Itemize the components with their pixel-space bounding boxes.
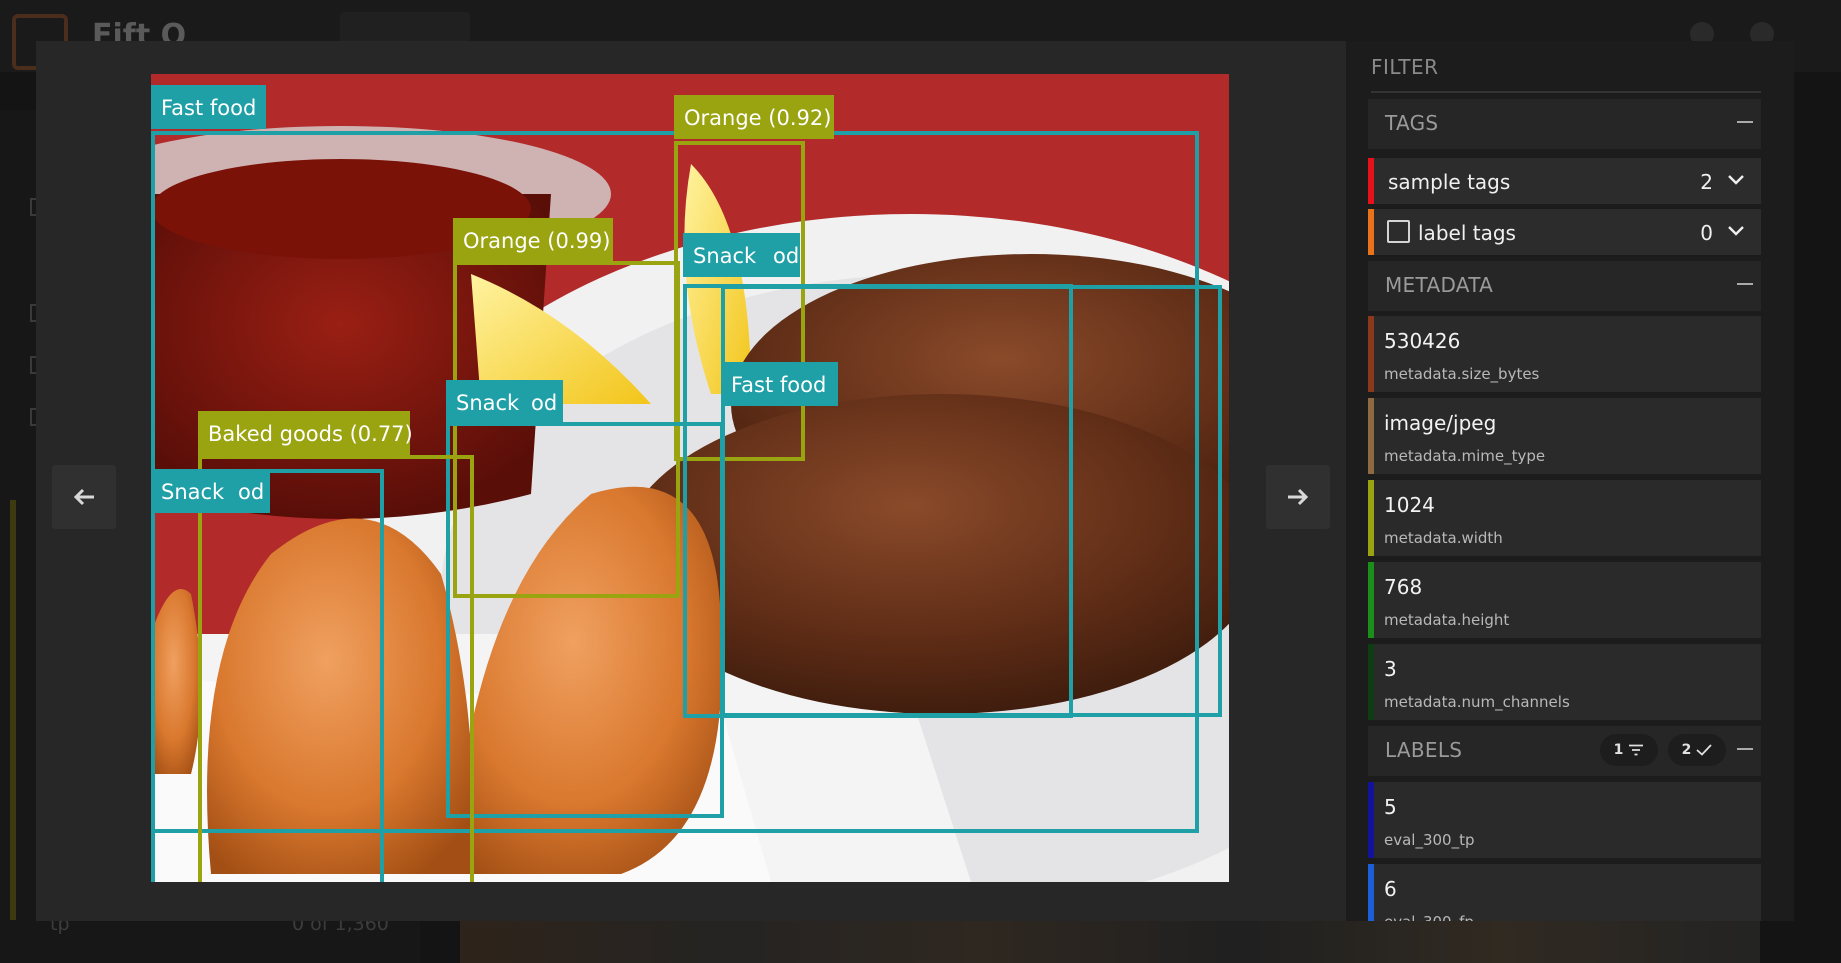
bounding-box (446, 422, 724, 818)
bounding-box (683, 284, 1073, 718)
bounding-box (151, 469, 384, 882)
metadata-card-size-bytes: 530426 metadata.size_bytes (1368, 316, 1761, 392)
tag-count: 2 (1700, 170, 1713, 194)
label-tags-checkbox[interactable] (1387, 220, 1410, 243)
label-value: 5 (1384, 795, 1397, 819)
checkmark-icon (1696, 744, 1713, 756)
detection-od: od (763, 233, 799, 277)
label-check-count: 2 (1681, 742, 1692, 758)
metadata-title: METADATA (1385, 273, 1494, 297)
filter-sidebar: FILTER TAGS sample tags 2 label tags 0 M… (1346, 41, 1794, 921)
metadata-key: metadata.mime_type (1384, 447, 1546, 465)
label-card-eval-fp: 6 eval_300_fp (1368, 864, 1761, 921)
metadata-value: 768 (1384, 575, 1423, 599)
detection-label: Snack (161, 480, 225, 504)
metadata-value: 3 (1384, 657, 1397, 681)
bounding-box (674, 141, 805, 461)
sample-modal: Fast food Orange (0.92) Orange (0.99) Snack… (36, 41, 1794, 921)
detection-label: od (238, 480, 264, 504)
metadata-value: 530426 (1384, 329, 1461, 353)
tag-color-stripe (1368, 158, 1374, 204)
image-viewer: Fast food Orange (0.92) Orange (0.99) Snack… (36, 41, 1346, 921)
metadata-card-num-channels: 3 metadata.num_channels (1368, 644, 1761, 720)
metadata-group-header[interactable]: METADATA (1368, 261, 1761, 311)
detections-overlay: Fast food Orange (0.92) Orange (0.99) Snack… (151, 85, 1222, 882)
detection-label: od (531, 391, 557, 415)
metadata-card-mime-type: image/jpeg metadata.mime_type (1368, 398, 1761, 474)
metadata-card-height: 768 metadata.height (1368, 562, 1761, 638)
thumbnail-strip (460, 918, 1760, 963)
detection-snack: Snack (151, 469, 384, 882)
next-sample-button[interactable] (1266, 465, 1330, 529)
tag-label: sample tags (1388, 170, 1511, 194)
detection-label: od (773, 244, 799, 268)
metadata-color-stripe (1368, 398, 1374, 474)
arrow-right-icon (1288, 488, 1309, 506)
detection-fast-food: Fast food (721, 285, 1222, 717)
metadata-key: metadata.size_bytes (1384, 365, 1540, 383)
tags-group-header[interactable]: TAGS (1368, 99, 1761, 149)
filter-divider (1371, 91, 1761, 93)
detection-label: Snack (456, 391, 520, 415)
arrow-left-icon (73, 488, 94, 506)
metadata-color-stripe (1368, 316, 1374, 392)
label-check-pill[interactable]: 2 (1668, 734, 1726, 766)
labels-title: LABELS (1385, 738, 1463, 762)
bounding-box (721, 285, 1222, 717)
label-key: eval_300_fp (1384, 913, 1474, 921)
bounding-box (198, 455, 474, 882)
label-card-eval-tp: 5 eval_300_tp (1368, 782, 1761, 858)
metadata-key: metadata.num_channels (1384, 693, 1570, 711)
metadata-card-width: 1024 metadata.width (1368, 480, 1761, 556)
tag-count: 0 (1700, 221, 1713, 245)
metadata-color-stripe (1368, 644, 1374, 720)
metadata-color-stripe (1368, 562, 1374, 638)
previous-sample-button[interactable] (52, 465, 116, 529)
tag-color-stripe (1368, 209, 1374, 255)
labels-group-header[interactable]: LABELS 1 2 (1368, 726, 1761, 776)
tag-row-sample-tags[interactable]: sample tags 2 (1368, 158, 1761, 204)
label-color-stripe (1368, 782, 1374, 858)
detection-label: Baked goods (0.77) (208, 422, 413, 446)
detection-snack: Snack (683, 233, 1073, 718)
label-value: 6 (1384, 877, 1397, 901)
sidebar-stripe (10, 500, 16, 920)
collapse-icon[interactable] (1737, 748, 1753, 750)
label-filter-pill[interactable]: 1 (1600, 734, 1658, 766)
metadata-key: metadata.height (1384, 611, 1510, 629)
metadata-key: metadata.width (1384, 529, 1503, 547)
detection-od: od (228, 469, 270, 513)
tag-label: label tags (1418, 221, 1516, 245)
filter-title: FILTER (1371, 55, 1439, 79)
bounding-box (453, 261, 680, 598)
metadata-color-stripe (1368, 480, 1374, 556)
collapse-icon[interactable] (1737, 283, 1753, 285)
label-color-stripe (1368, 864, 1374, 921)
detection-label: Orange (0.99) (463, 229, 610, 253)
detection-label: Fast food (731, 373, 826, 397)
chevron-down-icon[interactable] (1725, 219, 1747, 241)
detection-label: Fast food (161, 96, 256, 120)
metadata-value: 1024 (1384, 493, 1435, 517)
filter-icon (1629, 744, 1644, 756)
chevron-down-icon[interactable] (1725, 168, 1747, 190)
tag-row-label-tags[interactable]: label tags 0 (1368, 209, 1761, 255)
label-key: eval_300_tp (1384, 831, 1475, 849)
tags-title: TAGS (1385, 111, 1439, 135)
collapse-icon[interactable] (1737, 121, 1753, 123)
sample-image: Fast food Orange (0.92) Orange (0.99) Snack… (151, 74, 1229, 882)
detection-od: od (521, 380, 563, 424)
label-filter-count: 1 (1613, 742, 1624, 758)
detection-label: Orange (0.92) (684, 106, 831, 130)
metadata-value: image/jpeg (1384, 411, 1497, 435)
detection-label: Snack (693, 244, 757, 268)
